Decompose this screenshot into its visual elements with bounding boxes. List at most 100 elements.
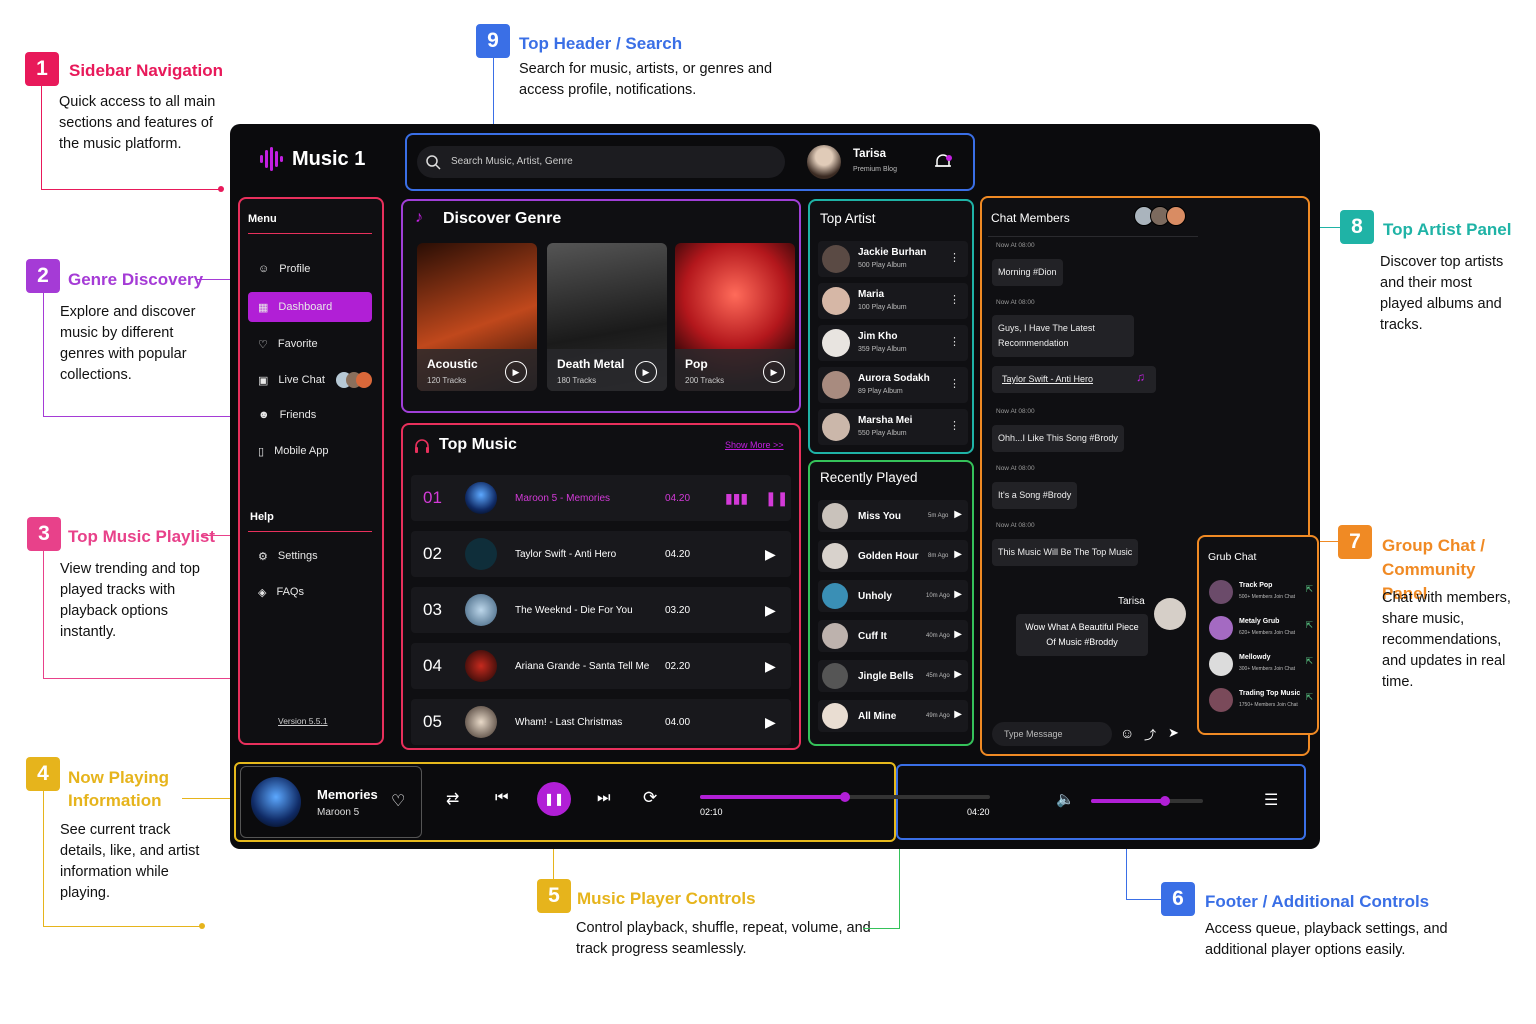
avatar[interactable] xyxy=(807,145,841,179)
play-icon[interactable]: ▶ xyxy=(765,658,776,675)
artist-row[interactable]: Marsha Mei 550 Play Album ⋮ xyxy=(818,409,968,445)
message-input[interactable]: Type Message xyxy=(992,722,1112,746)
group-row[interactable]: Metaly Grub 620+ Members Join Chat ⇱ xyxy=(1207,613,1313,643)
join-icon[interactable]: ⇱ xyxy=(1305,656,1313,667)
more-icon[interactable]: ⋮ xyxy=(949,293,960,306)
track-row[interactable]: 04 Ariana Grande - Santa Tell Me 02.20 ▶ xyxy=(411,643,791,689)
artist-row[interactable]: Jackie Burhan 500 Play Album ⋮ xyxy=(818,241,968,277)
sidebar-item-dashboard[interactable]: ▦ Dashboard xyxy=(248,292,372,322)
volume-icon[interactable]: 🔈 xyxy=(1056,790,1075,808)
search-placeholder: Search Music, Artist, Genre xyxy=(451,156,573,167)
emoji-icon[interactable]: ☺ xyxy=(1120,725,1134,741)
progress-bar[interactable] xyxy=(700,792,990,802)
pause-button[interactable]: ❚❚ xyxy=(537,782,571,816)
play-icon[interactable]: ▶ xyxy=(954,549,962,560)
friends-icon: ☻ xyxy=(258,409,270,421)
recent-row[interactable]: Cuff It 40m Ago ▶ xyxy=(818,620,968,652)
version-link[interactable]: Version 5.5.1 xyxy=(278,716,328,726)
sidebar-item-mobile-app[interactable]: ▯ Mobile App xyxy=(248,437,372,465)
queue-icon[interactable]: ☰ xyxy=(1264,790,1278,810)
sidebar-item-favorite[interactable]: ♡ Favorite xyxy=(248,330,372,358)
annotation-desc-7: Chat with members, share music, recommen… xyxy=(1382,590,1511,690)
shuffle-icon[interactable]: ⇄ xyxy=(446,789,459,809)
progress-handle[interactable] xyxy=(840,792,850,802)
logo-text: Music 1 xyxy=(292,147,366,170)
genre-card-pop[interactable]: Pop 200 Tracks ▶ xyxy=(675,243,795,391)
top-artist-title: Top Artist xyxy=(820,211,876,226)
send-icon[interactable]: ➤ xyxy=(1168,725,1179,741)
app-window: Music 1 Search Music, Artist, Genre Tari… xyxy=(230,124,1320,849)
track-row[interactable]: 03 The Weeknd - Die For You 03.20 ▶ xyxy=(411,587,791,633)
more-icon[interactable]: ⋮ xyxy=(949,251,960,264)
bell-icon[interactable] xyxy=(933,152,953,172)
album-art xyxy=(251,777,301,827)
previous-icon[interactable]: ⏮ xyxy=(495,789,509,806)
artist-row[interactable]: Aurora Sodakh 89 Play Album ⋮ xyxy=(818,367,968,403)
shared-song-card[interactable]: Taylor Swift - Anti Hero ♫ xyxy=(992,366,1156,393)
member-avatars xyxy=(336,372,372,388)
genre-card-acoustic[interactable]: Acoustic 120 Tracks ▶ xyxy=(417,243,537,391)
recent-row[interactable]: Golden Hour 8m Ago ▶ xyxy=(818,540,968,572)
more-icon[interactable]: ⋮ xyxy=(949,419,960,432)
now-playing-artist: Maroon 5 xyxy=(317,807,360,818)
artist-row[interactable]: Jim Kho 359 Play Album ⋮ xyxy=(818,325,968,361)
sidebar-item-profile[interactable]: ☺ Profile xyxy=(248,255,372,283)
group-row[interactable]: Trading Top Music 1750+ Members Join Chat… xyxy=(1207,685,1313,715)
artist-row[interactable]: Maria 100 Play Album ⋮ xyxy=(818,283,968,319)
sidebar-item-label: Profile xyxy=(279,263,311,275)
play-icon[interactable]: ▶ xyxy=(954,589,962,600)
track-row[interactable]: 05 Wham! - Last Christmas 04.00 ▶ xyxy=(411,699,791,745)
shared-song-link[interactable]: Taylor Swift - Anti Hero xyxy=(1002,374,1093,384)
sidebar-item-live-chat[interactable]: ▣ Live Chat xyxy=(248,366,372,394)
annotation-desc-1: Quick access to all main sections and fe… xyxy=(59,94,216,152)
connector-line xyxy=(43,293,44,417)
search-input[interactable]: Search Music, Artist, Genre xyxy=(417,146,785,178)
recent-time: 5m Ago xyxy=(928,513,949,519)
recent-row[interactable]: Miss You 5m Ago ▶ xyxy=(818,500,968,532)
play-icon[interactable]: ▶ xyxy=(505,361,527,383)
play-icon[interactable]: ▶ xyxy=(954,709,962,720)
play-icon[interactable]: ▶ xyxy=(765,602,776,619)
recent-row[interactable]: All Mine 49m Ago ▶ xyxy=(818,700,968,732)
group-row[interactable]: Mellowdy 300+ Members Join Chat ⇱ xyxy=(1207,649,1313,679)
track-thumbnail xyxy=(465,538,497,570)
join-icon[interactable]: ⇱ xyxy=(1305,584,1313,595)
sidebar-item-faqs[interactable]: ◈ FAQs xyxy=(248,578,372,606)
heart-icon[interactable]: ♡ xyxy=(391,791,405,811)
track-number: 04 xyxy=(423,656,442,675)
play-icon[interactable]: ▶ xyxy=(765,714,776,731)
next-icon[interactable]: ⏭ xyxy=(597,789,611,806)
track-row[interactable]: 02 Taylor Swift - Anti Hero 04.20 ▶ xyxy=(411,531,791,577)
sidebar-item-friends[interactable]: ☻ Friends xyxy=(248,401,372,429)
top-music-title: Top Music xyxy=(439,436,517,453)
volume-handle[interactable] xyxy=(1159,796,1170,806)
genre-name: Acoustic xyxy=(427,357,478,371)
pause-icon[interactable]: ❚❚ xyxy=(765,490,788,507)
track-name: Wham! - Last Christmas xyxy=(515,716,623,728)
genre-card-death-metal[interactable]: Death Metal 180 Tracks ▶ xyxy=(547,243,667,391)
discover-genre-panel: ♪ Discover Genre Acoustic 120 Tracks ▶ D… xyxy=(401,199,801,413)
play-icon[interactable]: ▶ xyxy=(954,509,962,520)
show-more-link[interactable]: Show More >> xyxy=(725,440,784,450)
play-icon[interactable]: ▶ xyxy=(954,629,962,640)
play-icon[interactable]: ▶ xyxy=(763,361,785,383)
logo[interactable]: Music 1 xyxy=(258,146,365,172)
group-row[interactable]: Track Pop 500+ Members Join Chat ⇱ xyxy=(1207,577,1313,607)
music-note-icon: ♪ xyxy=(415,209,423,226)
track-row[interactable]: 01 Maroon 5 - Memories 04.20 ▮▮▮ ❚❚ xyxy=(411,475,791,521)
more-icon[interactable]: ⋮ xyxy=(949,377,960,390)
more-icon[interactable]: ⋮ xyxy=(949,335,960,348)
now-playing-title: Memories xyxy=(317,787,378,802)
repeat-icon[interactable]: ⟳ xyxy=(643,788,657,808)
share-icon[interactable]: ⤴ xyxy=(1144,726,1156,743)
play-icon[interactable]: ▶ xyxy=(765,546,776,563)
volume-slider[interactable] xyxy=(1091,796,1203,806)
play-icon[interactable]: ▶ xyxy=(635,361,657,383)
annotation-title-5: Music Player Controls xyxy=(577,889,756,908)
join-icon[interactable]: ⇱ xyxy=(1305,620,1313,631)
join-icon[interactable]: ⇱ xyxy=(1305,692,1313,703)
sidebar-item-settings[interactable]: ⚙ Settings xyxy=(248,542,372,570)
play-icon[interactable]: ▶ xyxy=(954,669,962,680)
recent-row[interactable]: Jingle Bells 45m Ago ▶ xyxy=(818,660,968,692)
recent-row[interactable]: Unholy 10m Ago ▶ xyxy=(818,580,968,612)
